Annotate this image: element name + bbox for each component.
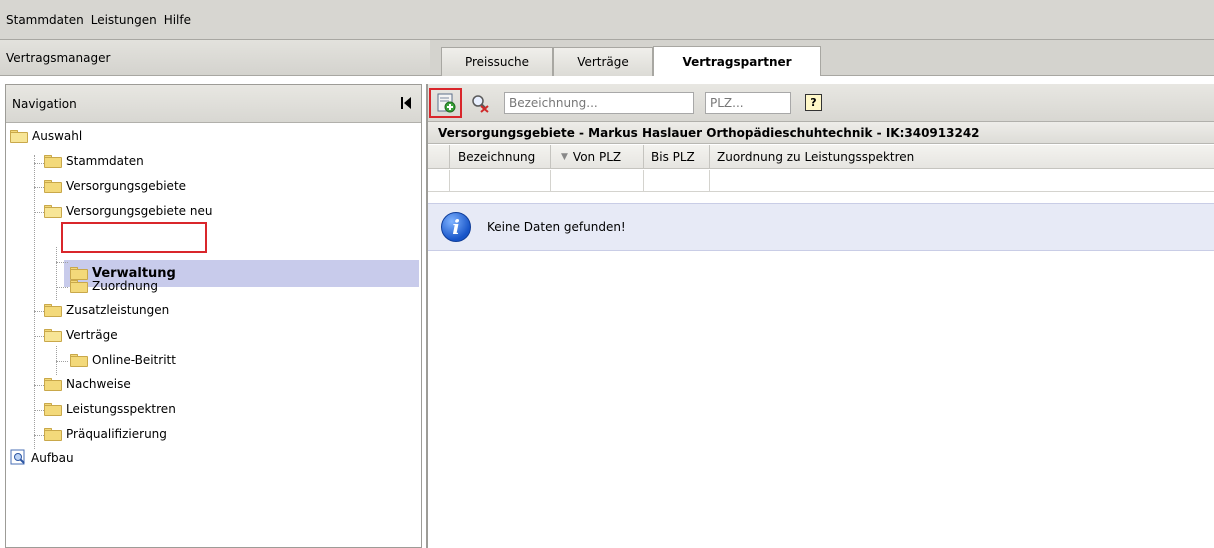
tab-label: Verträge: [577, 55, 629, 69]
tree-item-label: Verträge: [66, 328, 118, 342]
navigation-panel: Navigation Auswahl Stammdaten Versorgung…: [5, 84, 422, 548]
content-panel: ? Versorgungsgebiete - Markus Haslauer O…: [428, 84, 1214, 548]
tree-item-online-beitritt[interactable]: Online-Beitritt: [70, 349, 176, 371]
info-message: i Keine Daten gefunden!: [428, 203, 1214, 251]
bezeichnung-filter-input[interactable]: [504, 92, 694, 114]
highlight-frame: [61, 222, 207, 253]
tab-preissuche[interactable]: Preissuche: [441, 47, 553, 76]
folder-open-icon: [44, 328, 62, 342]
content-toolbar: ?: [428, 84, 1214, 122]
column-header-label: Bezeichnung: [458, 149, 536, 164]
tree-item-zuordnung[interactable]: Zuordnung: [70, 275, 158, 297]
tree-item-label: Leistungsspektren: [66, 402, 176, 416]
tree-item-label: Präqualifizierung: [66, 427, 167, 441]
tree-item-nachweise[interactable]: Nachweise: [44, 373, 131, 395]
column-header-bezeichnung[interactable]: Bezeichnung: [450, 145, 551, 169]
table-cell: [428, 170, 450, 192]
navigation-header: Navigation: [6, 85, 421, 123]
app-title-bar: Vertragsmanager: [0, 40, 430, 76]
tree-item-label: Versorgungsgebiete neu: [66, 204, 213, 218]
search-clear-icon[interactable]: [470, 93, 490, 113]
plz-filter-input[interactable]: [705, 92, 791, 114]
tree-item-stammdaten[interactable]: Stammdaten: [44, 150, 144, 172]
tree-item-label: Zusatzleistungen: [66, 303, 170, 317]
tree-item-leistungsspektren[interactable]: Leistungsspektren: [44, 398, 176, 420]
info-glyph: i: [452, 215, 460, 239]
table-cell: [644, 170, 710, 192]
tree-item-vertraege[interactable]: Verträge: [44, 324, 118, 346]
folder-icon: [44, 377, 62, 391]
menu-leistungen[interactable]: Leistungen: [91, 13, 157, 27]
menu-hilfe[interactable]: Hilfe: [164, 13, 191, 27]
tree-item-label: Zuordnung: [92, 279, 158, 293]
tab-label: Vertragspartner: [682, 54, 792, 69]
document-search-icon: [10, 449, 26, 468]
app-title: Vertragsmanager: [6, 50, 111, 65]
tree-item-label: Auswahl: [32, 129, 83, 143]
column-header-zuordnung[interactable]: Zuordnung zu Leistungsspektren: [710, 145, 1214, 169]
tree-item-versorgungsgebiete[interactable]: Versorgungsgebiete: [44, 175, 186, 197]
folder-open-icon: [10, 129, 28, 143]
sort-descending-icon: ▼: [561, 151, 568, 162]
tree-item-label: Aufbau: [31, 451, 74, 465]
tree-item-label: Versorgungsgebiete: [66, 179, 187, 193]
column-header-bis-plz[interactable]: Bis PLZ: [644, 145, 710, 169]
folder-icon: [44, 179, 62, 193]
tree-item-praequalifizierung[interactable]: Präqualifizierung: [44, 423, 167, 445]
navigation-title: Navigation: [12, 96, 77, 111]
tab-vertraege[interactable]: Verträge: [553, 47, 653, 76]
column-header-label: Bis PLZ: [651, 149, 695, 164]
tree-item-label: Online-Beitritt: [92, 353, 176, 367]
tab-bar: Preissuche Verträge Vertragspartner: [430, 40, 1214, 76]
tab-vertragspartner[interactable]: Vertragspartner: [653, 46, 821, 76]
section-title-text: Versorgungsgebiete - Markus Haslauer Ort…: [438, 125, 980, 140]
column-header-von-plz[interactable]: ▼ Von PLZ: [551, 145, 644, 169]
folder-icon: [44, 402, 62, 416]
tree-item-label: Nachweise: [66, 377, 131, 391]
help-glyph: ?: [810, 96, 817, 109]
tree-item-auswahl[interactable]: Auswahl: [10, 125, 82, 147]
folder-icon: [70, 353, 88, 367]
column-header-selector: [428, 145, 450, 169]
folder-icon: [44, 154, 62, 168]
folder-icon: [44, 303, 62, 317]
tree-item-label: Stammdaten: [66, 154, 144, 168]
tab-label: Preissuche: [464, 55, 530, 69]
info-icon: i: [441, 212, 471, 242]
tree-item-versorgungsgebiete-neu[interactable]: Versorgungsgebiete neu: [44, 200, 212, 222]
folder-icon: [70, 279, 88, 293]
menu-stammdaten[interactable]: Stammdaten: [6, 13, 84, 27]
folder-icon: [44, 427, 62, 441]
tree-item-zusatzleistungen[interactable]: Zusatzleistungen: [44, 299, 169, 321]
folder-open-icon: [44, 204, 62, 218]
collapse-panel-icon[interactable]: [399, 96, 413, 110]
navigation-tree: Auswahl Stammdaten Versorgungsgebiete Ve…: [6, 123, 421, 465]
menu-bar: Stammdaten Leistungen Hilfe: [0, 0, 1214, 40]
highlight-frame: [429, 88, 462, 118]
table-cell: [710, 170, 1214, 192]
column-header-label: Zuordnung zu Leistungsspektren: [717, 149, 915, 164]
table-cell: [551, 170, 644, 192]
info-message-text: Keine Daten gefunden!: [487, 220, 626, 234]
help-icon[interactable]: ?: [805, 94, 822, 111]
section-title: Versorgungsgebiete - Markus Haslauer Ort…: [428, 122, 1214, 144]
table-cell: [450, 170, 551, 192]
tree-item-aufbau[interactable]: Aufbau: [10, 447, 74, 469]
column-header-label: Von PLZ: [572, 149, 622, 164]
